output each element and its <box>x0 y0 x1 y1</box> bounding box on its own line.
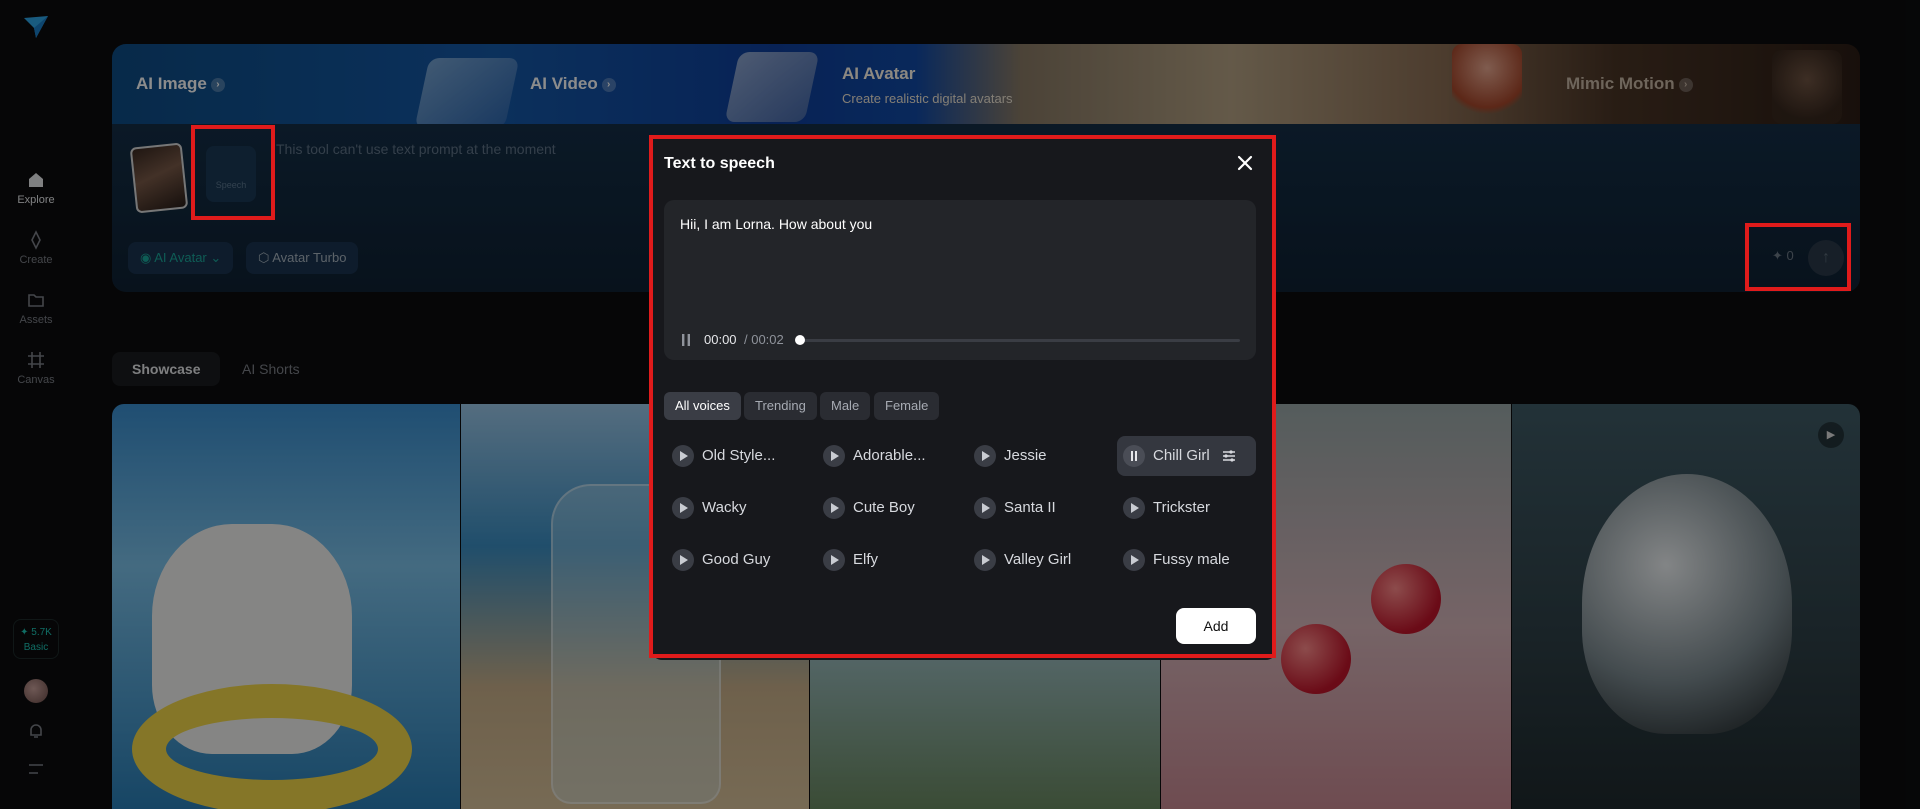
highlight-dialog <box>649 135 1276 658</box>
highlight-send-area <box>1745 223 1851 291</box>
highlight-speech-tile <box>191 125 275 220</box>
